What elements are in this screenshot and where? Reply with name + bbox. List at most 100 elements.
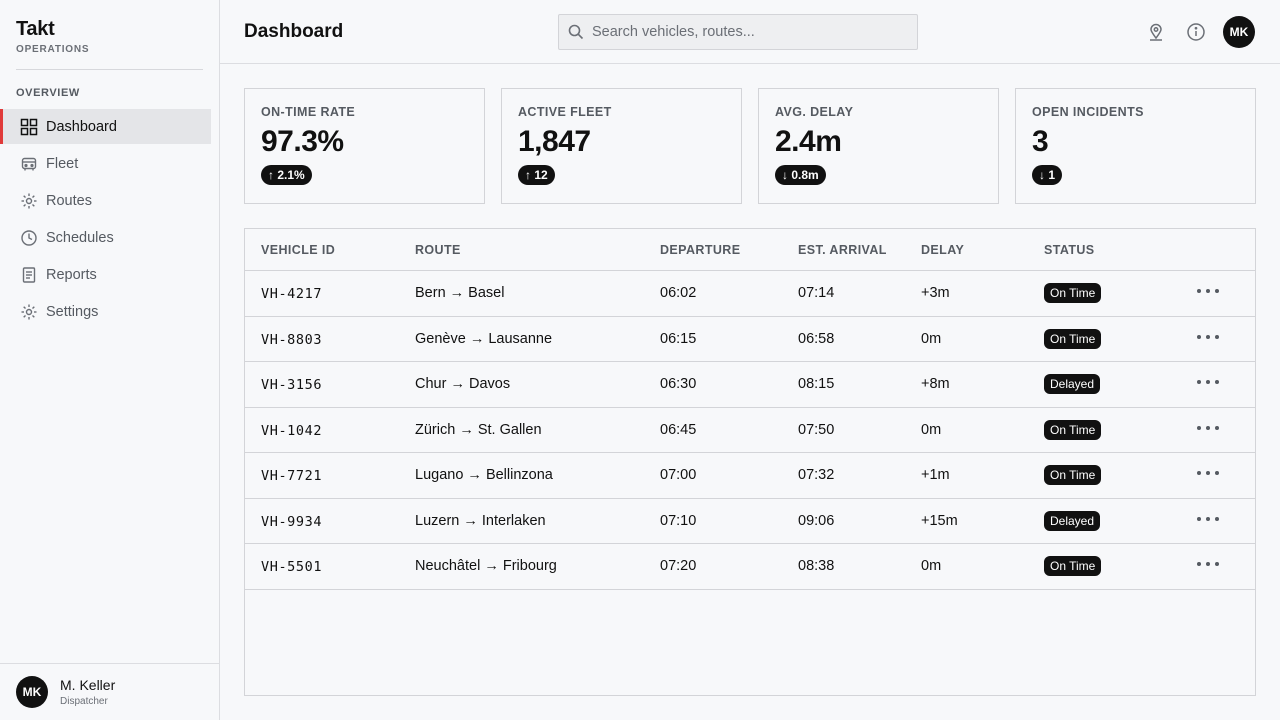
vehicle-id-cell: VH-5501 xyxy=(261,559,323,575)
arrival-cell: 07:32 xyxy=(798,467,835,483)
table-row[interactable]: VH-8803 Genève → Lausanne 06:15 06:58 0m On T… xyxy=(245,317,1255,362)
departure-cell: 06:45 xyxy=(660,421,697,438)
vehicle-id-cell: VH-9934 xyxy=(261,513,323,530)
sidebar-item-label: Schedules xyxy=(46,229,114,246)
departure-cell: 06:30 xyxy=(660,376,697,392)
more-actions-icon[interactable] xyxy=(1197,329,1219,345)
user-name: M. Keller xyxy=(60,677,116,693)
sidebar-item-settings[interactable]: Settings xyxy=(0,294,211,329)
status-badge: Delayed xyxy=(1044,374,1101,394)
kpi-change-badge: ↑ 12 xyxy=(518,165,555,185)
delay-cell: +15m xyxy=(921,512,958,529)
location-pin-icon[interactable] xyxy=(1146,22,1166,42)
table-body: VH-4217 Bern → Basel 06:02 07:14 +3m On Time V… xyxy=(245,271,1255,590)
sidebar-item-routes[interactable]: Routes xyxy=(0,183,211,218)
table-header: VEHICLE ID ROUTE DEPARTURE EST. ARRIVAL … xyxy=(245,229,1255,271)
delay-cell: 0m xyxy=(921,330,942,347)
column-header-delay[interactable]: DELAY xyxy=(921,243,964,257)
kpi-change-badge: ↓ 0.8m xyxy=(775,165,826,185)
dot xyxy=(1197,425,1201,430)
column-header-departure[interactable]: DEPARTURE xyxy=(660,243,740,257)
kpi-card-open-incidents: OPEN INCIDENTS 3 ↓ 1 xyxy=(1015,88,1256,204)
dot xyxy=(1215,516,1219,521)
page-title: Dashboard xyxy=(244,21,344,42)
sidebar-item-reports[interactable]: Reports xyxy=(0,257,211,292)
brand-name: Takt xyxy=(16,18,55,40)
sidebar-nav: Dashboard Fleet Routes Schedules Reports… xyxy=(0,109,219,331)
sidebar-item-label: Routes xyxy=(46,192,92,209)
user-info: M. Keller Dispatcher xyxy=(60,677,115,707)
sidebar-item-dashboard[interactable]: Dashboard xyxy=(0,109,211,144)
status-badge: On Time xyxy=(1044,556,1102,576)
sidebar-item-label: Dashboard xyxy=(46,118,117,135)
route-cell: Neuchâtel → Fribourg xyxy=(415,558,557,574)
column-header-route[interactable]: ROUTE xyxy=(415,243,461,257)
vehicle-id-cell: VH-4217 xyxy=(261,286,323,302)
top-header: Dashboard MK xyxy=(220,0,1280,64)
status-badge: On Time xyxy=(1044,465,1102,485)
gear-icon xyxy=(20,303,38,321)
more-actions-icon[interactable] xyxy=(1197,556,1219,572)
sidebar-item-label: Reports xyxy=(46,266,97,283)
departure-cell: 07:20 xyxy=(660,558,697,574)
departure-cell: 06:15 xyxy=(660,330,697,347)
table-row[interactable]: VH-7721 Lugano → Bellinzona 07:00 07:32 +1m O… xyxy=(245,453,1255,499)
delay-cell: +8m xyxy=(921,376,950,392)
avatar[interactable]: MK xyxy=(1223,16,1255,48)
arrival-cell: 09:06 xyxy=(798,512,835,529)
brand: Takt OPERATIONS xyxy=(16,18,89,55)
info-icon[interactable] xyxy=(1186,22,1206,42)
kpi-label: ON-TIME RATE xyxy=(261,105,356,119)
dot xyxy=(1197,334,1201,339)
kpi-value: 3 xyxy=(1032,125,1049,158)
dot xyxy=(1197,471,1201,475)
more-actions-icon[interactable] xyxy=(1197,283,1219,299)
column-header-est-arrival[interactable]: EST. ARRIVAL xyxy=(798,243,887,257)
sidebar-item-schedules[interactable]: Schedules xyxy=(0,220,211,255)
dot xyxy=(1197,380,1201,384)
sidebar-item-label: Fleet xyxy=(46,155,79,172)
kpi-change-badge: ↑ 2.1% xyxy=(261,165,312,185)
status-badge: On Time xyxy=(1044,419,1102,440)
search-input[interactable] xyxy=(592,24,892,40)
route-cell: Luzern → Interlaken xyxy=(415,512,546,529)
route-cell: Chur → Davos xyxy=(415,376,511,392)
table-row[interactable]: VH-1042 Zürich → St. Gallen 06:45 07:50 0m On… xyxy=(245,408,1255,453)
dot xyxy=(1206,380,1210,384)
more-actions-icon[interactable] xyxy=(1197,374,1219,390)
sidebar: Takt OPERATIONS OVERVIEW Dashboard Fleet… xyxy=(0,0,220,720)
kpi-value: 97.3% xyxy=(261,125,344,158)
route-cell: Zürich → St. Gallen xyxy=(415,421,542,438)
more-actions-icon[interactable] xyxy=(1197,511,1219,527)
user-profile[interactable]: MK M. Keller Dispatcher xyxy=(0,663,219,720)
delay-cell: 0m xyxy=(921,421,942,438)
table-row[interactable]: VH-4217 Bern → Basel 06:02 07:14 +3m On Time xyxy=(245,271,1255,317)
table-row[interactable]: VH-9934 Luzern → Interlaken 07:10 09:06 +15m… xyxy=(245,499,1255,544)
kpi-label: ACTIVE FLEET xyxy=(518,105,612,119)
delay-cell: +3m xyxy=(921,285,950,301)
table-row[interactable]: VH-5501 Neuchâtel → Fribourg 07:20 08:38 0m O… xyxy=(245,544,1255,590)
sidebar-item-fleet[interactable]: Fleet xyxy=(0,146,211,181)
dot xyxy=(1215,380,1219,384)
kpi-label: OPEN INCIDENTS xyxy=(1032,105,1144,119)
kpi-label: AVG. DELAY xyxy=(775,105,854,119)
dot xyxy=(1215,471,1219,475)
route-cell: Bern → Basel xyxy=(415,285,505,301)
delay-cell: +1m xyxy=(921,467,950,483)
more-actions-icon[interactable] xyxy=(1197,420,1219,436)
search-box[interactable] xyxy=(558,14,918,50)
kpi-card-avg-delay: AVG. DELAY 2.4m ↓ 0.8m xyxy=(758,88,999,204)
dot xyxy=(1215,334,1219,339)
dot xyxy=(1197,516,1201,521)
dot xyxy=(1197,562,1201,566)
dot xyxy=(1215,562,1219,566)
more-actions-icon[interactable] xyxy=(1197,465,1219,481)
table-row[interactable]: VH-3156 Chur → Davos 06:30 08:15 +8m Delayed xyxy=(245,362,1255,408)
avatar: MK xyxy=(16,676,48,708)
column-header-status[interactable]: STATUS xyxy=(1044,243,1095,257)
arrival-cell: 07:50 xyxy=(798,421,835,438)
kpi-change-badge: ↓ 1 xyxy=(1032,165,1063,185)
column-header-vehicle-id[interactable]: VEHICLE ID xyxy=(261,243,335,257)
vehicle-id-cell: VH-7721 xyxy=(261,468,323,484)
status-badge: Delayed xyxy=(1044,510,1101,531)
